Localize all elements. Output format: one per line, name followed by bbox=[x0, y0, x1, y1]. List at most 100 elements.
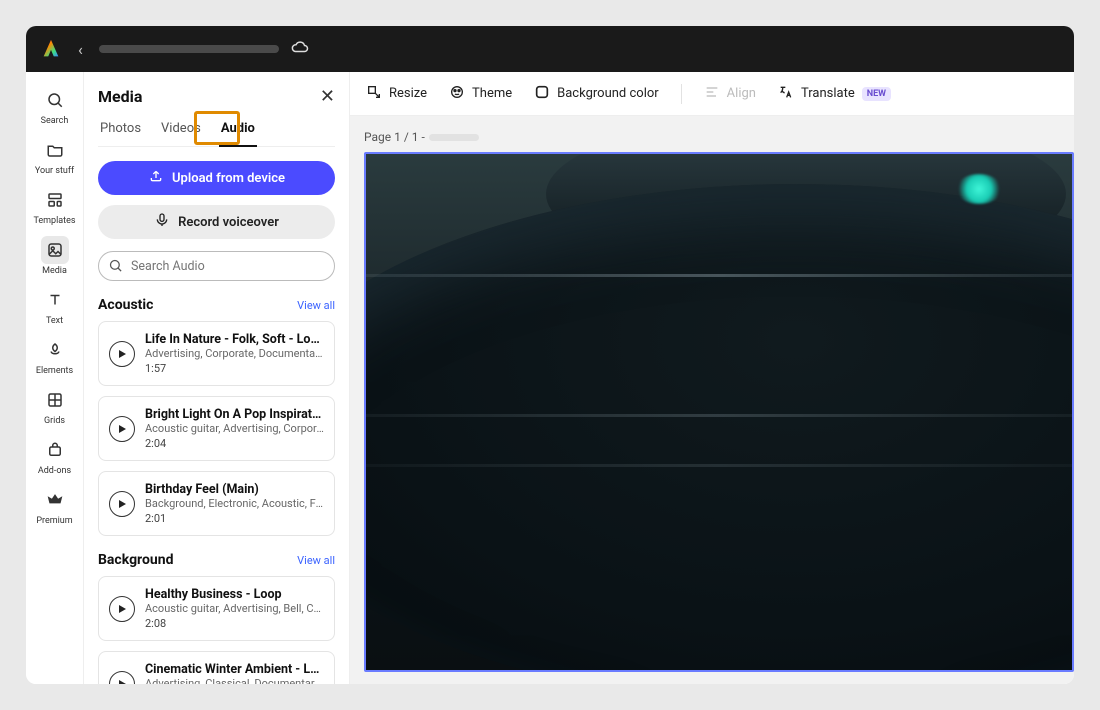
rail-label: Text bbox=[46, 316, 63, 326]
elements-icon bbox=[41, 336, 69, 364]
rail-item-your-stuff[interactable]: Your stuff bbox=[30, 132, 80, 180]
page-name-placeholder[interactable] bbox=[429, 134, 479, 141]
resize-icon bbox=[366, 84, 382, 104]
rail-item-search[interactable]: Search bbox=[30, 82, 80, 130]
back-button[interactable]: ‹ bbox=[74, 40, 87, 59]
canvas-artwork bbox=[366, 464, 1072, 467]
track-tags: Advertising, Corporate, Documentary, D… bbox=[145, 347, 324, 360]
rail-item-addons[interactable]: Add-ons bbox=[30, 432, 80, 480]
audio-track-item[interactable]: Healthy Business - Loop Acoustic guitar,… bbox=[98, 576, 335, 641]
close-panel-button[interactable]: ✕ bbox=[320, 86, 335, 107]
resize-button[interactable]: Resize bbox=[366, 84, 427, 104]
canvas-toolbar: Resize Theme Background color Align bbox=[350, 72, 1074, 116]
audio-track-item[interactable]: Birthday Feel (Main) Background, Electro… bbox=[98, 471, 335, 536]
track-title: Birthday Feel (Main) bbox=[145, 482, 324, 497]
app-window: ‹ Search Your stuff Templates Media bbox=[26, 26, 1074, 684]
upload-label: Upload from device bbox=[172, 171, 285, 186]
theme-button[interactable]: Theme bbox=[449, 84, 512, 104]
upload-icon bbox=[148, 168, 164, 188]
background-label: Background color bbox=[557, 86, 659, 101]
app-logo-icon bbox=[40, 38, 62, 60]
search-audio-input[interactable] bbox=[98, 251, 335, 281]
rail-label: Templates bbox=[33, 216, 75, 226]
track-duration: 2:08 bbox=[145, 617, 324, 630]
rail-label: Add-ons bbox=[38, 466, 71, 476]
play-button[interactable] bbox=[109, 596, 135, 622]
track-title: Bright Light On A Pop Inspiratio… bbox=[145, 407, 324, 422]
section-background: Background View all Healthy Business - L… bbox=[98, 552, 335, 684]
background-color-button[interactable]: Background color bbox=[534, 84, 659, 104]
translate-icon bbox=[778, 84, 794, 104]
track-tags: Advertising, Classical, Documentary, Dr… bbox=[145, 677, 324, 684]
tab-videos[interactable]: Videos bbox=[159, 121, 203, 146]
audio-track-item[interactable]: Cinematic Winter Ambient - Loop Advertis… bbox=[98, 651, 335, 684]
panel-title: Media bbox=[98, 87, 142, 106]
document-title-placeholder[interactable] bbox=[99, 45, 279, 53]
section-title: Background bbox=[98, 552, 173, 568]
translate-label: Translate bbox=[801, 86, 855, 101]
audio-track-item[interactable]: Life In Nature - Folk, Soft - Loop Adver… bbox=[98, 321, 335, 386]
play-button[interactable] bbox=[109, 671, 135, 685]
rail-label: Media bbox=[42, 266, 67, 276]
design-canvas[interactable] bbox=[364, 152, 1074, 672]
track-scroll-area[interactable]: Acoustic View all Life In Nature - Folk,… bbox=[98, 281, 335, 684]
track-tags: Acoustic guitar, Advertising, Corporate,… bbox=[145, 422, 324, 435]
play-button[interactable] bbox=[109, 341, 135, 367]
audio-track-item[interactable]: Bright Light On A Pop Inspiratio… Acoust… bbox=[98, 396, 335, 461]
record-voiceover-button[interactable]: Record voiceover bbox=[98, 205, 335, 239]
stage-wrap: Page 1 / 1 - bbox=[350, 116, 1074, 684]
rail-label: Search bbox=[41, 116, 69, 126]
translate-button[interactable]: Translate NEW bbox=[778, 84, 891, 104]
addons-icon bbox=[41, 436, 69, 464]
rail-label: Your stuff bbox=[35, 166, 74, 176]
background-icon bbox=[534, 84, 550, 104]
track-duration: 2:04 bbox=[145, 437, 324, 450]
canvas-area: Resize Theme Background color Align bbox=[350, 72, 1074, 684]
media-icon bbox=[41, 236, 69, 264]
search-icon bbox=[41, 86, 69, 114]
rail-item-media[interactable]: Media bbox=[30, 232, 80, 280]
rail-item-text[interactable]: Text bbox=[30, 282, 80, 330]
track-duration: 1:57 bbox=[145, 362, 324, 375]
rail-item-templates[interactable]: Templates bbox=[30, 182, 80, 230]
track-tags: Background, Electronic, Acoustic, Folk, … bbox=[145, 497, 324, 510]
text-icon bbox=[41, 286, 69, 314]
record-label: Record voiceover bbox=[178, 215, 279, 230]
folder-icon bbox=[41, 136, 69, 164]
theme-icon bbox=[449, 84, 465, 104]
top-bar: ‹ bbox=[26, 26, 1074, 72]
app-body: Search Your stuff Templates Media Text E bbox=[26, 72, 1074, 684]
tab-photos[interactable]: Photos bbox=[98, 121, 143, 146]
rail-label: Grids bbox=[44, 416, 65, 426]
play-button[interactable] bbox=[109, 416, 135, 442]
grids-icon bbox=[41, 386, 69, 414]
track-title: Healthy Business - Loop bbox=[145, 587, 324, 602]
align-icon bbox=[704, 84, 720, 104]
cloud-sync-icon[interactable] bbox=[291, 38, 309, 60]
upload-button[interactable]: Upload from device bbox=[98, 161, 335, 195]
rail-item-grids[interactable]: Grids bbox=[30, 382, 80, 430]
search-icon bbox=[108, 258, 123, 277]
media-tabs: Photos Videos Audio bbox=[98, 121, 335, 147]
page-indicator: Page 1 / 1 - bbox=[364, 130, 1074, 144]
section-title: Acoustic bbox=[98, 297, 153, 313]
canvas-artwork bbox=[364, 184, 1074, 672]
rail-label: Premium bbox=[36, 516, 72, 526]
new-badge: NEW bbox=[862, 87, 891, 101]
section-acoustic: Acoustic View all Life In Nature - Folk,… bbox=[98, 297, 335, 536]
view-all-link[interactable]: View all bbox=[297, 299, 335, 312]
rail-item-premium[interactable]: Premium bbox=[30, 482, 80, 530]
align-button: Align bbox=[704, 84, 756, 104]
tab-audio[interactable]: Audio bbox=[219, 121, 257, 146]
canvas-artwork bbox=[366, 274, 1072, 277]
play-button[interactable] bbox=[109, 491, 135, 517]
canvas-artwork bbox=[366, 414, 1072, 417]
align-label: Align bbox=[727, 86, 756, 101]
view-all-link[interactable]: View all bbox=[297, 554, 335, 567]
rail-item-elements[interactable]: Elements bbox=[30, 332, 80, 380]
canvas-artwork bbox=[956, 174, 1002, 204]
microphone-icon bbox=[154, 212, 170, 232]
toolbar-divider bbox=[681, 84, 682, 104]
templates-icon bbox=[41, 186, 69, 214]
track-tags: Acoustic guitar, Advertising, Bell, Corp… bbox=[145, 602, 324, 615]
